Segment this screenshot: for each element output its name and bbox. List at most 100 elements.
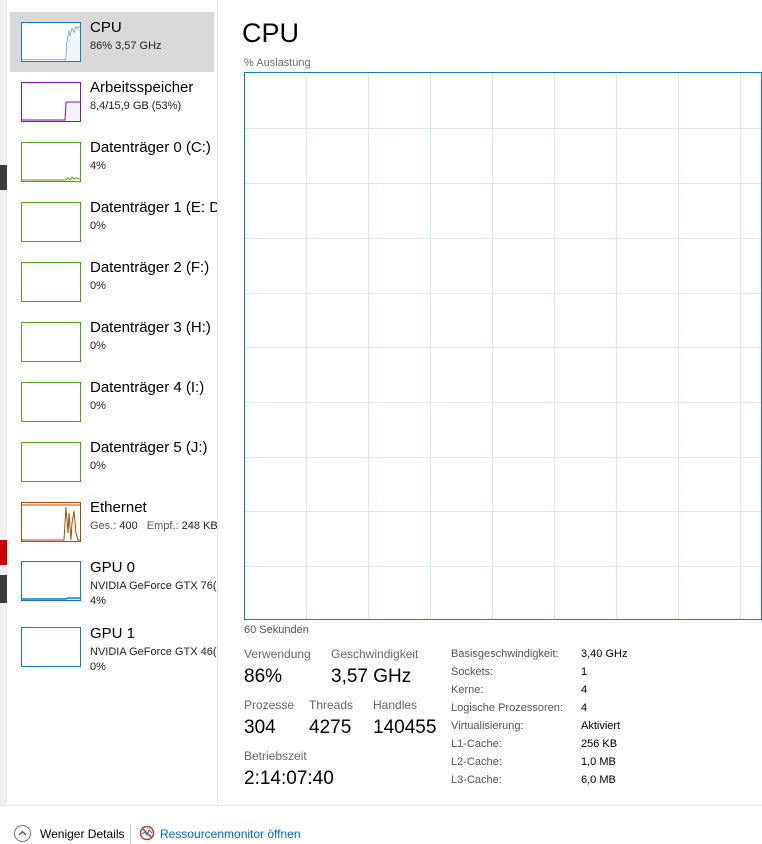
- background-edge-mark: [0, 165, 7, 190]
- spec-value: 1,0 MB: [581, 756, 616, 768]
- threads-label: Threads: [309, 698, 354, 712]
- sidebar-item-title: Arbeitsspeicher: [90, 79, 194, 96]
- sidebar-item-subtitle: 8,4/15,9 GB (53%): [90, 100, 182, 112]
- sidebar-item-ethernet[interactable]: Ethernet Ges.: 400 Empf.: 248 KBi: [10, 492, 217, 552]
- send-label: Ges.:: [90, 520, 117, 532]
- speed-label: Geschwindigkeit: [331, 647, 419, 661]
- chevron-up-icon[interactable]: [14, 825, 31, 842]
- resource-monitor-icon[interactable]: [139, 825, 155, 841]
- ethernet-throughput: Ges.: 400 Empf.: 248 KBi: [90, 520, 218, 532]
- footer-divider: [130, 824, 131, 844]
- memory-thumbnail-graph: [21, 82, 81, 122]
- sidebar-item-disk-0[interactable]: Datenträger 0 (C:) 4%: [10, 132, 214, 192]
- spec-value: 3,40 GHz: [581, 648, 628, 660]
- spec-value: 1: [581, 666, 588, 678]
- usage-value: 86%: [244, 666, 283, 687]
- spec-value: 4: [581, 702, 588, 714]
- spec-value: Aktiviert: [581, 720, 621, 732]
- sidebar-item-title: Datenträger 1 (E: D: [90, 199, 218, 216]
- sidebar-item-title: GPU 0: [90, 559, 136, 576]
- sidebar-item-subtitle: NVIDIA GeForce GTX 46(: [90, 646, 217, 658]
- receive-value: 248 KBi: [181, 520, 218, 532]
- spec-label: L1-Cache:: [451, 738, 502, 750]
- sidebar-item-gpu-1[interactable]: GPU 1 NVIDIA GeForce GTX 46( 0%: [10, 618, 217, 684]
- sidebar-item-gpu-0[interactable]: GPU 0 NVIDIA GeForce GTX 76( 4%: [10, 552, 217, 618]
- ethernet-thumbnail-graph: [21, 502, 81, 542]
- sidebar-item-subtitle: 0%: [90, 280, 106, 292]
- spec-value: 256 KB: [581, 738, 618, 750]
- disk-1-thumbnail-graph: [21, 202, 81, 242]
- sidebar-item-subtitle: NVIDIA GeForce GTX 76(: [90, 580, 217, 592]
- cpu-thumbnail-graph: [21, 22, 81, 62]
- resource-sidebar: CPU 86% 3,57 GHz Arbeitsspeicher 8,4/15,…: [7, 0, 218, 805]
- disk-2-thumbnail-graph: [21, 262, 81, 302]
- footer-bar: Weniger Details Ressourcenmonitor öffnen: [0, 805, 762, 844]
- ethernet-thumbnail-line: [22, 504, 80, 541]
- send-value: 400: [119, 520, 138, 532]
- sidebar-item-title: Datenträger 0 (C:): [90, 139, 211, 156]
- disk-0-thumbnail-line: [22, 176, 80, 181]
- sidebar-item-cpu[interactable]: CPU 86% 3,57 GHz: [10, 12, 214, 72]
- processes-value: 304: [244, 717, 276, 738]
- spec-value: 6,0 MB: [581, 774, 616, 786]
- uptime-label: Betriebszeit: [244, 749, 307, 763]
- spec-label: L2-Cache:: [451, 756, 502, 768]
- sidebar-item-title: Datenträger 3 (H:): [90, 319, 211, 336]
- sidebar-item-subtitle: 0%: [90, 220, 106, 232]
- gpu-0-thumbnail-graph: [21, 561, 81, 601]
- sidebar-item-disk-5[interactable]: Datenträger 5 (J:) 0%: [10, 432, 214, 492]
- open-resource-monitor-link[interactable]: Ressourcenmonitor öffnen: [160, 827, 301, 841]
- spec-label: L3-Cache:: [451, 774, 502, 786]
- background-edge-mark: [0, 575, 7, 603]
- sidebar-item-subtitle: 0%: [90, 400, 106, 412]
- speed-value: 3,57 GHz: [331, 666, 412, 687]
- gpu-1-thumbnail-graph: [21, 627, 81, 667]
- handles-label: Handles: [373, 698, 418, 712]
- spec-label: Virtualisierung:: [451, 720, 524, 732]
- disk-5-thumbnail-graph: [21, 442, 81, 482]
- cpu-graph-grid: [245, 73, 761, 619]
- spec-label: Sockets:: [451, 666, 494, 678]
- threads-value: 4275: [309, 717, 352, 738]
- sidebar-item-disk-4[interactable]: Datenträger 4 (I:) 0%: [10, 372, 214, 432]
- usage-label: Verwendung: [244, 647, 311, 661]
- gpu-0-thumbnail-line: [22, 597, 80, 600]
- receive-label: Empf.:: [146, 520, 179, 532]
- sidebar-item-memory[interactable]: Arbeitsspeicher 8,4/15,9 GB (53%): [10, 72, 214, 132]
- spec-value: 4: [581, 684, 588, 696]
- graph-time-label: 60 Sekunden: [244, 624, 309, 636]
- sidebar-item-subtitle: 0%: [90, 460, 106, 472]
- disk-4-thumbnail-graph: [21, 382, 81, 422]
- disk-0-thumbnail-graph: [21, 142, 81, 182]
- cpu-detail-panel: CPU % Auslastung 60 Sekunden Verwendung …: [218, 0, 762, 805]
- sidebar-item-title: Datenträger 2 (F:): [90, 259, 210, 276]
- fewer-details-button[interactable]: Weniger Details: [40, 827, 124, 841]
- sidebar-item-title: CPU: [90, 19, 122, 36]
- chevron-up-glyph: [18, 830, 27, 836]
- spec-label: Kerne:: [451, 684, 484, 696]
- processes-label: Prozesse: [244, 698, 295, 712]
- cpu-usage-graph: [244, 72, 762, 620]
- uptime-value: 2:14:07:40: [244, 768, 334, 789]
- memory-thumbnail-line: [22, 101, 80, 121]
- cpu-thumbnail-line: [22, 25, 80, 61]
- spec-label: Logische Prozessoren:: [451, 702, 563, 714]
- sidebar-item-subtitle: 4%: [90, 160, 106, 172]
- spec-label: Basisgeschwindigkeit:: [451, 648, 559, 660]
- sidebar-item-subtitle: 86% 3,57 GHz: [90, 40, 162, 52]
- sidebar-item-disk-1[interactable]: Datenträger 1 (E: D 0%: [10, 192, 217, 252]
- sidebar-item-subtitle: 0%: [90, 340, 106, 352]
- sidebar-item-usage: 0%: [90, 661, 106, 673]
- sidebar-item-title: Datenträger 5 (J:): [90, 439, 208, 456]
- handles-value: 140455: [373, 717, 437, 738]
- disk-3-thumbnail-graph: [21, 322, 81, 362]
- sidebar-item-title: Ethernet: [90, 499, 147, 516]
- sidebar-item-disk-2[interactable]: Datenträger 2 (F:) 0%: [10, 252, 214, 312]
- graph-y-label: % Auslastung: [244, 57, 311, 69]
- sidebar-item-usage: 4%: [90, 595, 106, 607]
- page-title: CPU: [242, 18, 300, 48]
- background-window-edge: [0, 0, 7, 838]
- sidebar-item-title: GPU 1: [90, 625, 136, 642]
- sidebar-item-disk-3[interactable]: Datenträger 3 (H:) 0%: [10, 312, 214, 372]
- background-edge-mark: [0, 540, 7, 565]
